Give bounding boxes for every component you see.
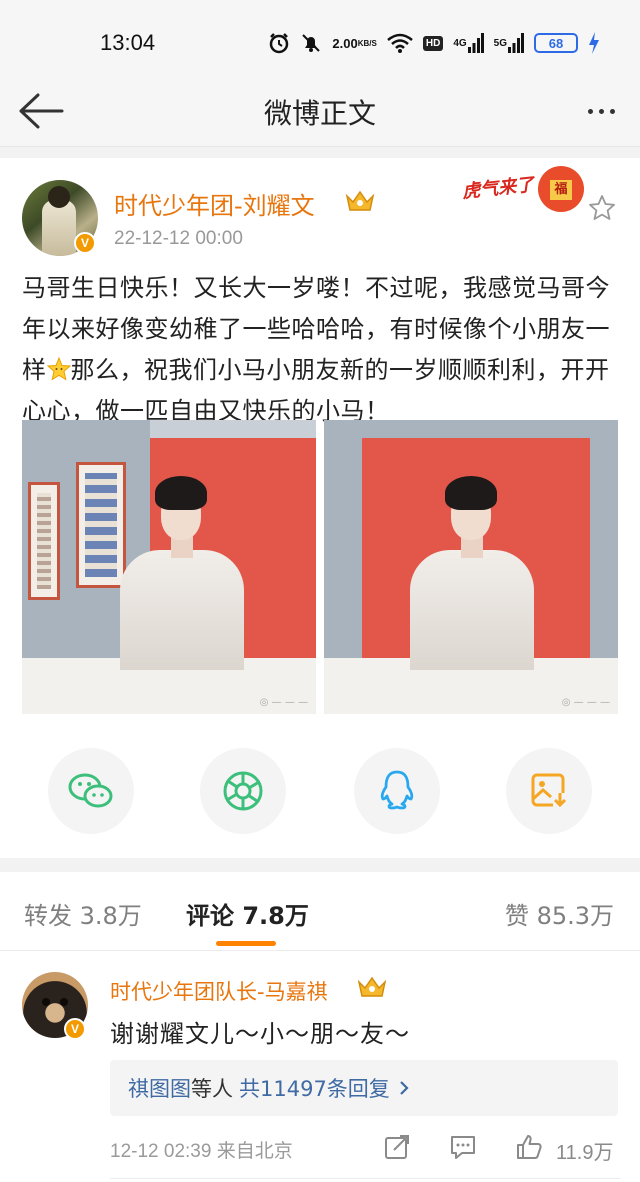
comment-date: 12-12 02:39 <box>110 1141 212 1162</box>
crown-icon <box>357 976 387 997</box>
person-figure <box>410 550 534 670</box>
comment-like-count: 11.9万 <box>556 1142 614 1164</box>
battery-level: 68 <box>548 35 564 51</box>
wall-frame-art <box>85 473 117 577</box>
replies-preview[interactable]: 祺图图 等人 共11497条回复 <box>110 1060 618 1116</box>
comment-location: 来自北京 <box>216 1140 293 1162</box>
verified-badge: V <box>64 1018 86 1040</box>
person-figure <box>120 550 244 670</box>
comment-text: 谢谢耀文儿～小～朋～友～ <box>110 1020 410 1048</box>
qq-icon <box>380 770 414 810</box>
post-text: 马哥生日快乐！又长大一岁喽！不过呢，我感觉马哥今年以来好像变幼稚了一些哈哈哈，有… <box>22 268 620 432</box>
mute-icon <box>300 32 322 54</box>
network-speed-unit: KB/S <box>357 38 377 48</box>
tab-comments[interactable]: 评论 7.8万 <box>186 896 309 931</box>
comment-divider <box>110 1178 620 1179</box>
post-image-1[interactable]: ◎ — — — <box>22 420 316 714</box>
section-divider <box>0 858 640 872</box>
tab-comments-count: 7.8万 <box>242 902 309 930</box>
verified-badge: V <box>74 232 96 254</box>
signal-icon: 4G <box>453 33 484 53</box>
tiger-sticker: 虎气来了 福 <box>461 160 588 220</box>
fu-badge: 福 <box>550 180 572 200</box>
save-image-button[interactable] <box>506 748 592 834</box>
image-watermark: ◎ — — — <box>561 697 610 708</box>
comment-author-name[interactable]: 时代少年团队长-马嘉祺 <box>110 976 328 1006</box>
sim1-type: 4G <box>453 37 467 49</box>
wall-frame-art <box>37 493 51 589</box>
thumbs-up-icon <box>517 1135 542 1159</box>
tiger-sticker-text: 虎气来了 <box>461 174 536 203</box>
tab-reposts-label: 转发 <box>24 902 72 930</box>
network-speed: 2.00 KB/S <box>332 35 377 51</box>
nav-bar: 微博正文 <box>0 80 640 146</box>
sim2-type: 5G <box>493 37 507 49</box>
post-image-2[interactable]: ◎ — — — <box>324 420 618 714</box>
tab-likes-count: 85.3万 <box>536 902 614 930</box>
share-qq-button[interactable] <box>354 748 440 834</box>
reply-count[interactable]: 共11497条回复 <box>239 1073 390 1103</box>
share-moments-button[interactable] <box>200 748 286 834</box>
more-dot <box>598 108 604 114</box>
share-wechat-button[interactable] <box>48 748 134 834</box>
wall-frame <box>76 462 126 588</box>
post-author-name[interactable]: 时代少年团-刘耀文 <box>114 186 315 221</box>
wifi-icon <box>387 33 413 53</box>
chevron-right-icon <box>398 1079 410 1097</box>
tab-likes-label: 赞 <box>504 902 529 930</box>
wall-frame <box>28 482 60 600</box>
like-comment-button[interactable] <box>514 1132 544 1162</box>
page-title: 微博正文 <box>263 97 376 130</box>
tab-reposts[interactable]: 转发 3.8万 <box>24 896 142 931</box>
repost-comment-button[interactable] <box>382 1132 412 1162</box>
tab-likes[interactable]: 赞 85.3万 <box>505 896 614 931</box>
comment-meta: 12-12 02:39 来自北京 <box>110 1136 293 1163</box>
alarm-icon <box>268 32 290 54</box>
section-divider <box>0 146 640 158</box>
status-bar: 13:04 2.00 KB/S HD 4G 5G 68 <box>0 0 640 80</box>
person-figure <box>155 476 207 510</box>
paw-icon: 福 <box>538 166 584 212</box>
person-figure <box>445 476 497 510</box>
reply-user-link[interactable]: 祺图图 <box>128 1073 191 1103</box>
reply-comment-button[interactable] <box>448 1132 478 1162</box>
save-image-icon <box>531 773 569 811</box>
avatar-dog-eye <box>60 998 68 1006</box>
wechat-icon <box>68 773 113 808</box>
battery-icon: 68 <box>534 33 578 53</box>
network-speed-value: 2.00 <box>332 35 358 51</box>
active-tab-indicator <box>216 941 276 946</box>
avatar-dog-eye <box>42 998 50 1006</box>
status-time: 13:04 <box>100 30 156 55</box>
avatar-figure-head <box>48 186 70 208</box>
favorite-star-icon[interactable] <box>588 194 616 222</box>
more-dot <box>609 108 615 114</box>
post-text-part-2: 那么，祝我们小马小朋友新的一岁顺顺利利，开开心心，做一匹自由又快乐的小马！ <box>22 356 610 425</box>
signal-icon: 5G <box>494 33 524 53</box>
comment-icon <box>451 1136 475 1159</box>
hd-badge: HD <box>422 35 444 51</box>
share-icon <box>385 1135 409 1159</box>
more-button[interactable] <box>578 88 624 134</box>
charging-icon <box>588 32 600 54</box>
tab-reposts-count: 3.8万 <box>79 902 142 930</box>
image-watermark: ◎ — — — <box>259 697 308 708</box>
status-icons: 2.00 KB/S HD 4G 5G 68 <box>268 30 600 56</box>
star-emoji-icon <box>46 357 71 381</box>
post-timestamp: 22-12-12 00:00 <box>114 228 243 249</box>
reply-middle-text: 等人 <box>191 1077 233 1101</box>
more-dots-icon <box>587 108 593 114</box>
tabs-divider <box>0 950 640 951</box>
avatar-figure <box>42 200 76 256</box>
crown-icon <box>345 190 375 211</box>
tab-comments-label: 评论 <box>186 902 234 930</box>
moments-icon <box>223 771 263 811</box>
